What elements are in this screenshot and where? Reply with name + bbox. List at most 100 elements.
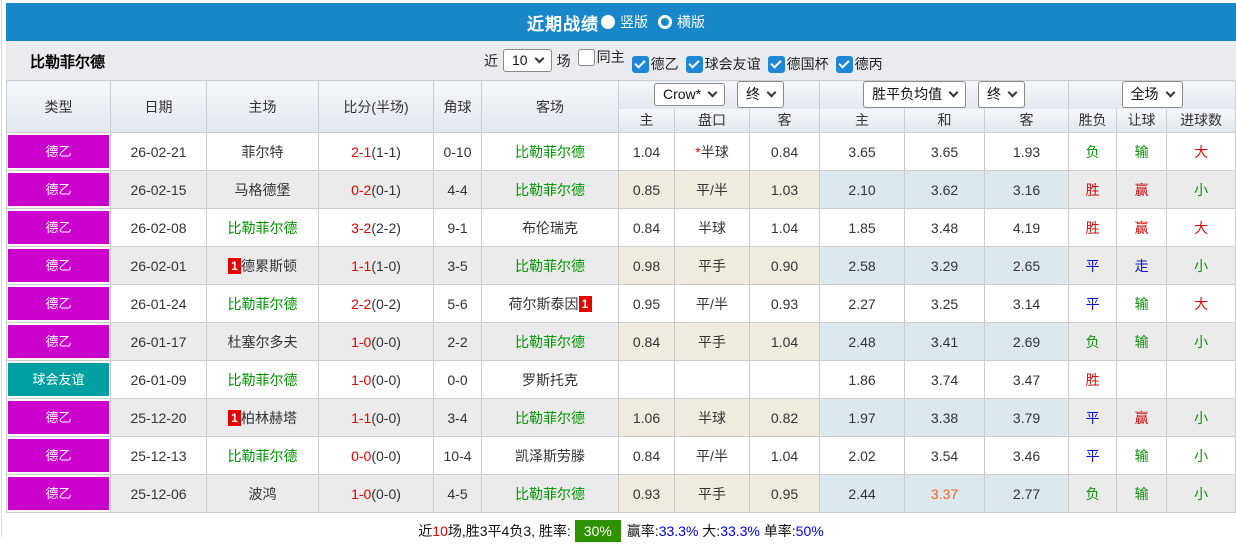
match-count-select[interactable]: 10 bbox=[503, 49, 552, 72]
filter-checkbox-label[interactable]: 德乙 bbox=[651, 54, 679, 74]
home-team-cell: 比勒菲尔德 bbox=[206, 436, 319, 475]
odds-away-cell: 0.93 bbox=[748, 284, 821, 323]
team-link: 比勒菲尔德 bbox=[515, 333, 585, 350]
col-header-score: 比分(半场) bbox=[318, 80, 434, 133]
sub-header-mean-home: 主 bbox=[819, 108, 906, 133]
match-type-badge: 德乙 bbox=[6, 474, 111, 513]
mean-draw-cell: 3.62 bbox=[904, 170, 986, 209]
team-link: 罗斯托克 bbox=[522, 371, 578, 388]
radio-selected-icon[interactable] bbox=[601, 15, 615, 29]
layout-radio-group: 竖版 横版 bbox=[601, 12, 715, 32]
checkbox-checked-icon[interactable] bbox=[835, 55, 853, 73]
mean-select-group: 胜平负均值 终 bbox=[819, 80, 1070, 109]
odds-away-cell: 0.90 bbox=[748, 246, 821, 285]
mean-final-select[interactable]: 终 bbox=[977, 81, 1025, 109]
mean-draw-cell: 3.37 bbox=[904, 474, 986, 513]
corner-cell: 0-0 bbox=[433, 360, 482, 399]
chevron-down-icon bbox=[1165, 87, 1176, 98]
match-date: 25-12-13 bbox=[110, 436, 207, 475]
chevron-down-icon bbox=[948, 87, 959, 98]
match-type-badge: 球会友谊 bbox=[6, 360, 111, 399]
corner-cell: 4-4 bbox=[433, 170, 482, 209]
team-link: 布伦瑞克 bbox=[522, 219, 578, 236]
sub-header-odds-home: 主 bbox=[618, 108, 675, 133]
radio-horizontal-label[interactable]: 横版 bbox=[677, 12, 705, 32]
summary-text: 赢率: bbox=[626, 522, 659, 539]
scope-select[interactable]: 全场 bbox=[1121, 81, 1183, 109]
result-wdl-cell: 胜 bbox=[1068, 170, 1118, 209]
col-header-away: 客场 bbox=[481, 80, 619, 133]
filter-checkbox-label[interactable]: 同主 bbox=[597, 47, 625, 67]
match-type-badge: 德乙 bbox=[6, 246, 111, 285]
league-filter-group: 同主 德乙 球会友谊 德国杯 德丙 bbox=[571, 47, 883, 74]
col-header-home: 主场 bbox=[206, 80, 319, 133]
result-handicap-cell: 输 bbox=[1116, 322, 1168, 361]
games-label: 场 bbox=[556, 52, 571, 69]
match-date: 25-12-06 bbox=[110, 474, 207, 513]
away-team-cell: 比勒菲尔德 bbox=[481, 474, 619, 513]
sub-header-mean-away: 客 bbox=[984, 108, 1070, 133]
result-handicap-cell: 输 bbox=[1116, 284, 1168, 323]
mean-draw-cell: 3.54 bbox=[904, 436, 986, 475]
mean-source-select[interactable]: 胜平负均值 bbox=[863, 81, 967, 109]
odds-away-cell: 1.03 bbox=[748, 170, 821, 209]
away-team-cell: 比勒菲尔德 bbox=[481, 246, 619, 285]
mean-draw-cell: 3.48 bbox=[904, 208, 986, 247]
filter-checkbox-label[interactable]: 球会友谊 bbox=[705, 54, 761, 74]
mean-draw-cell: 3.74 bbox=[904, 360, 986, 399]
filter-checkbox[interactable]: 德乙 bbox=[631, 54, 679, 74]
match-date: 26-02-21 bbox=[110, 132, 207, 171]
odds-away-cell: 1.04 bbox=[748, 208, 821, 247]
mean-away-cell: 3.46 bbox=[984, 436, 1070, 475]
score-cell: 1-0(0-0) bbox=[318, 360, 434, 399]
match-type-badge: 德乙 bbox=[6, 436, 111, 475]
result-wdl-cell: 负 bbox=[1068, 322, 1118, 361]
filter-checkbox-label[interactable]: 德丙 bbox=[855, 54, 883, 74]
mean-draw-cell: 3.38 bbox=[904, 398, 986, 437]
odds-final-select[interactable]: 终 bbox=[737, 81, 785, 109]
filter-checkbox-label[interactable]: 德国杯 bbox=[787, 54, 829, 74]
corner-cell: 3-4 bbox=[433, 398, 482, 437]
filter-checkbox[interactable]: 德国杯 bbox=[767, 54, 829, 74]
chevron-down-icon bbox=[707, 87, 718, 98]
sub-header-mean-draw: 和 bbox=[904, 108, 986, 133]
result-handicap-cell: 赢 bbox=[1116, 170, 1168, 209]
radio-vertical-label[interactable]: 竖版 bbox=[620, 12, 648, 32]
win-rate-badge: 30% bbox=[574, 519, 621, 542]
filter-checkbox[interactable]: 德丙 bbox=[835, 54, 883, 74]
odds-source-select[interactable]: Crow* bbox=[654, 83, 726, 107]
result-goals-cell: 小 bbox=[1166, 436, 1236, 475]
odds-home-cell: 0.93 bbox=[618, 474, 675, 513]
away-team-cell: 比勒菲尔德 bbox=[481, 132, 619, 171]
mean-home-cell: 2.27 bbox=[819, 284, 906, 323]
results-table: 类型 日期 主场 比分(半场) 角球 客场 Crow* 终 胜平负均值 终 全场 bbox=[6, 80, 1236, 513]
checkbox-unchecked-icon[interactable] bbox=[577, 48, 595, 66]
result-handicap-cell: 赢 bbox=[1116, 208, 1168, 247]
filter-checkbox[interactable]: 球会友谊 bbox=[685, 54, 761, 74]
mean-away-cell: 1.93 bbox=[984, 132, 1070, 171]
summary-bar: 近 10 场,胜3平4负3, 胜率: 30% 赢率: 33.3% 大: 33.3% 单率: 5… bbox=[6, 513, 1236, 548]
result-handicap-cell: 输 bbox=[1116, 474, 1168, 513]
checkbox-checked-icon[interactable] bbox=[685, 55, 703, 73]
page-left-edge bbox=[1, 0, 2, 537]
result-handicap-cell: 走 bbox=[1116, 246, 1168, 285]
corner-cell: 3-5 bbox=[433, 246, 482, 285]
match-row: 德乙 26-02-21 菲尔特 2-1(1-1) 0-10 比勒菲尔德 1.04 *半球 0.8… bbox=[6, 132, 1236, 171]
mean-away-cell: 3.14 bbox=[984, 284, 1070, 323]
mean-home-cell: 1.85 bbox=[819, 208, 906, 247]
sub-header-goals: 进球数 bbox=[1166, 108, 1236, 133]
radio-unselected-icon[interactable] bbox=[658, 15, 672, 29]
summary-text: 33.3% bbox=[720, 522, 760, 539]
summary-text: 场,胜3平4负3, 胜率: bbox=[447, 522, 571, 539]
near-label: 近 bbox=[484, 52, 498, 69]
filter-checkbox[interactable]: 同主 bbox=[577, 47, 625, 67]
team-link: 比勒菲尔德 bbox=[227, 219, 298, 236]
sub-header-handicap: 让球 bbox=[1116, 108, 1168, 133]
mean-home-cell: 2.58 bbox=[819, 246, 906, 285]
recent-results-panel: 近期战绩 竖版 横版 比勒菲尔德 近 10 场 同主 德乙 球会友谊 德国杯 德丙 bbox=[6, 3, 1236, 548]
checkbox-checked-icon[interactable] bbox=[631, 55, 649, 73]
result-handicap-cell: 赢 bbox=[1116, 398, 1168, 437]
match-type-badge: 德乙 bbox=[6, 170, 111, 209]
checkbox-checked-icon[interactable] bbox=[767, 55, 785, 73]
away-team-cell: 罗斯托克 bbox=[481, 360, 619, 399]
